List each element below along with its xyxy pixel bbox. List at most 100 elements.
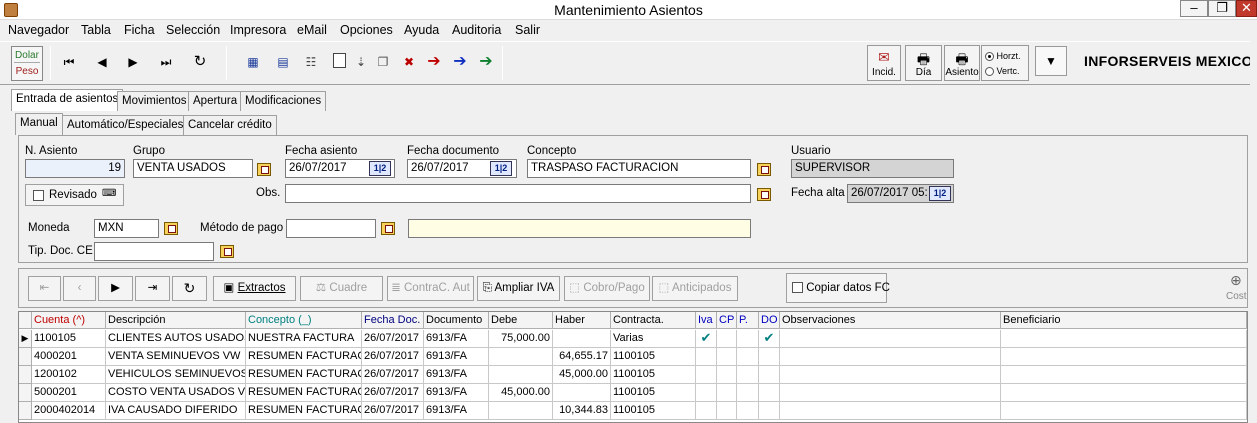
- column-header-contracta[interactable]: Contracta.: [611, 312, 696, 329]
- form-view-icon[interactable]: ▤: [272, 51, 294, 73]
- menu-ayuda[interactable]: Ayuda: [404, 23, 439, 37]
- table-view-icon[interactable]: ▦: [242, 51, 264, 73]
- grid-last-icon[interactable]: ⇥: [135, 276, 170, 301]
- calendar-icon[interactable]: 1|2: [490, 161, 512, 176]
- tip-doc-field[interactable]: [94, 242, 214, 261]
- cell-do[interactable]: [759, 384, 780, 402]
- cell-iva[interactable]: [696, 366, 717, 384]
- export-green-icon[interactable]: ➔: [475, 51, 497, 73]
- column-header-documento[interactable]: Documento: [424, 312, 489, 329]
- tab-automatico[interactable]: Automático/Especiales: [62, 115, 189, 135]
- contrac-button[interactable]: ≣ ContraC. Aut: [387, 276, 474, 301]
- extractos-button[interactable]: ▣ Extractos: [213, 276, 296, 301]
- anticipados-button[interactable]: ⬚ Anticipados: [652, 276, 738, 301]
- column-header-observaciones[interactable]: Observaciones: [780, 312, 1001, 329]
- tip-doc-lookup-icon[interactable]: [219, 242, 237, 260]
- column-header-debe[interactable]: Debe: [489, 312, 553, 329]
- cell-haber[interactable]: 10,344.83: [553, 402, 611, 420]
- cell-cp[interactable]: [717, 366, 737, 384]
- column-header-iva[interactable]: Iva: [696, 312, 717, 329]
- concepto-field[interactable]: TRASPASO FACTURACION: [527, 159, 751, 178]
- menu-tabla[interactable]: Tabla: [81, 23, 111, 37]
- export-red-icon[interactable]: ➔: [423, 51, 445, 73]
- refresh-icon[interactable]: ↻: [189, 51, 211, 73]
- tab-movimientos[interactable]: Movimientos: [117, 91, 192, 111]
- n-asiento-field[interactable]: 19: [25, 159, 125, 178]
- print-asiento-button[interactable]: 🖶 Asiento: [944, 45, 980, 81]
- menu-navegador[interactable]: Navegador: [8, 23, 69, 37]
- cell-cp[interactable]: [717, 384, 737, 402]
- new-document-icon[interactable]: [328, 51, 350, 73]
- cell-haber[interactable]: [553, 330, 611, 348]
- row-indicator[interactable]: ▶: [19, 330, 32, 348]
- cell-documento[interactable]: 6913/FA: [424, 402, 489, 420]
- incid-button[interactable]: ✉ Incid.: [867, 45, 901, 81]
- cell-benef[interactable]: [1001, 330, 1247, 348]
- calendar-icon[interactable]: 1|2: [929, 186, 951, 201]
- radio-vertical[interactable]: Vertc.: [985, 66, 1020, 77]
- cell-p[interactable]: [737, 402, 759, 420]
- cobro-pago-button[interactable]: ⬚ Cobro/Pago: [564, 276, 650, 301]
- column-header-cp[interactable]: CP: [717, 312, 737, 329]
- obs-lookup-icon[interactable]: [756, 185, 774, 203]
- cell-obs[interactable]: [780, 330, 1001, 348]
- cell-haber[interactable]: 45,000.00: [553, 366, 611, 384]
- moneda-field[interactable]: MXN: [94, 219, 159, 238]
- tab-modificaciones[interactable]: Modificaciones: [240, 91, 327, 111]
- cell-descripcion[interactable]: COSTO VENTA USADOS VW: [106, 384, 246, 402]
- cell-haber[interactable]: 64,655.17: [553, 348, 611, 366]
- cell-concepto[interactable]: NUESTRA FACTURA: [246, 330, 362, 348]
- cell-iva[interactable]: [696, 348, 717, 366]
- cell-contracta[interactable]: 1100105: [611, 402, 696, 420]
- cell-obs[interactable]: [780, 348, 1001, 366]
- cell-iva[interactable]: [696, 384, 717, 402]
- cell-iva[interactable]: [696, 402, 717, 420]
- cell-documento[interactable]: 6913/FA: [424, 366, 489, 384]
- grupo-lookup-icon[interactable]: [256, 160, 274, 178]
- column-header-haber[interactable]: Haber: [553, 312, 611, 329]
- column-header-concepto[interactable]: Concepto (_): [246, 312, 362, 329]
- cell-concepto[interactable]: RESUMEN FACTURAC: [246, 348, 362, 366]
- first-record-icon[interactable]: ⏮: [58, 51, 80, 73]
- menu-auditoria[interactable]: Auditoria: [452, 23, 501, 37]
- cell-fecha[interactable]: 26/07/2017: [362, 330, 424, 348]
- radio-horizontal-dot[interactable]: [985, 52, 994, 62]
- cell-do[interactable]: [759, 348, 780, 366]
- restore-button[interactable]: ❐: [1208, 0, 1236, 17]
- prev-record-icon[interactable]: ◀: [91, 51, 113, 73]
- row-indicator[interactable]: [19, 402, 32, 420]
- column-header-descripcion[interactable]: Descripción: [106, 312, 246, 329]
- cell-debe[interactable]: [489, 348, 553, 366]
- cell-debe[interactable]: [489, 366, 553, 384]
- cell-documento[interactable]: 6913/FA: [424, 384, 489, 402]
- tab-cancelar-credito[interactable]: Cancelar crédito: [183, 115, 277, 135]
- cell-fecha[interactable]: 26/07/2017: [362, 384, 424, 402]
- cell-debe[interactable]: 75,000.00: [489, 330, 553, 348]
- tab-apertura[interactable]: Apertura: [188, 91, 243, 111]
- minimize-button[interactable]: –: [1180, 0, 1208, 17]
- cell-cuenta[interactable]: 1100105: [32, 330, 106, 348]
- cell-do[interactable]: [759, 402, 780, 420]
- cell-documento[interactable]: 6913/FA: [424, 330, 489, 348]
- cell-contracta[interactable]: Varias: [611, 330, 696, 348]
- cell-concepto[interactable]: RESUMEN FACTURAC: [246, 366, 362, 384]
- grid-refresh-icon[interactable]: ↻: [172, 276, 207, 301]
- cell-descripcion[interactable]: CLIENTES AUTOS USADOS: [106, 330, 246, 348]
- last-record-icon[interactable]: ⏭: [155, 51, 177, 73]
- column-header-do[interactable]: DO: [759, 312, 780, 329]
- cell-cuenta[interactable]: 2000402014: [32, 402, 106, 420]
- cell-descripcion[interactable]: VENTA SEMINUEVOS VW: [106, 348, 246, 366]
- print-dia-button[interactable]: 🖶 Día: [905, 45, 942, 81]
- cell-debe[interactable]: [489, 402, 553, 420]
- menu-salir[interactable]: Salir: [515, 23, 540, 37]
- cell-descripcion[interactable]: VEHICULOS SEMINUEVOS: [106, 366, 246, 384]
- zoom-icon[interactable]: ⊕: [1230, 272, 1242, 289]
- tab-manual[interactable]: Manual: [15, 113, 63, 135]
- row-indicator[interactable]: [19, 348, 32, 366]
- cell-debe[interactable]: 45,000.00: [489, 384, 553, 402]
- cell-iva[interactable]: ✔: [696, 330, 717, 348]
- cell-benef[interactable]: [1001, 384, 1247, 402]
- obs-field[interactable]: [285, 184, 751, 203]
- menu-opciones[interactable]: Opciones: [340, 23, 393, 37]
- cell-p[interactable]: [737, 348, 759, 366]
